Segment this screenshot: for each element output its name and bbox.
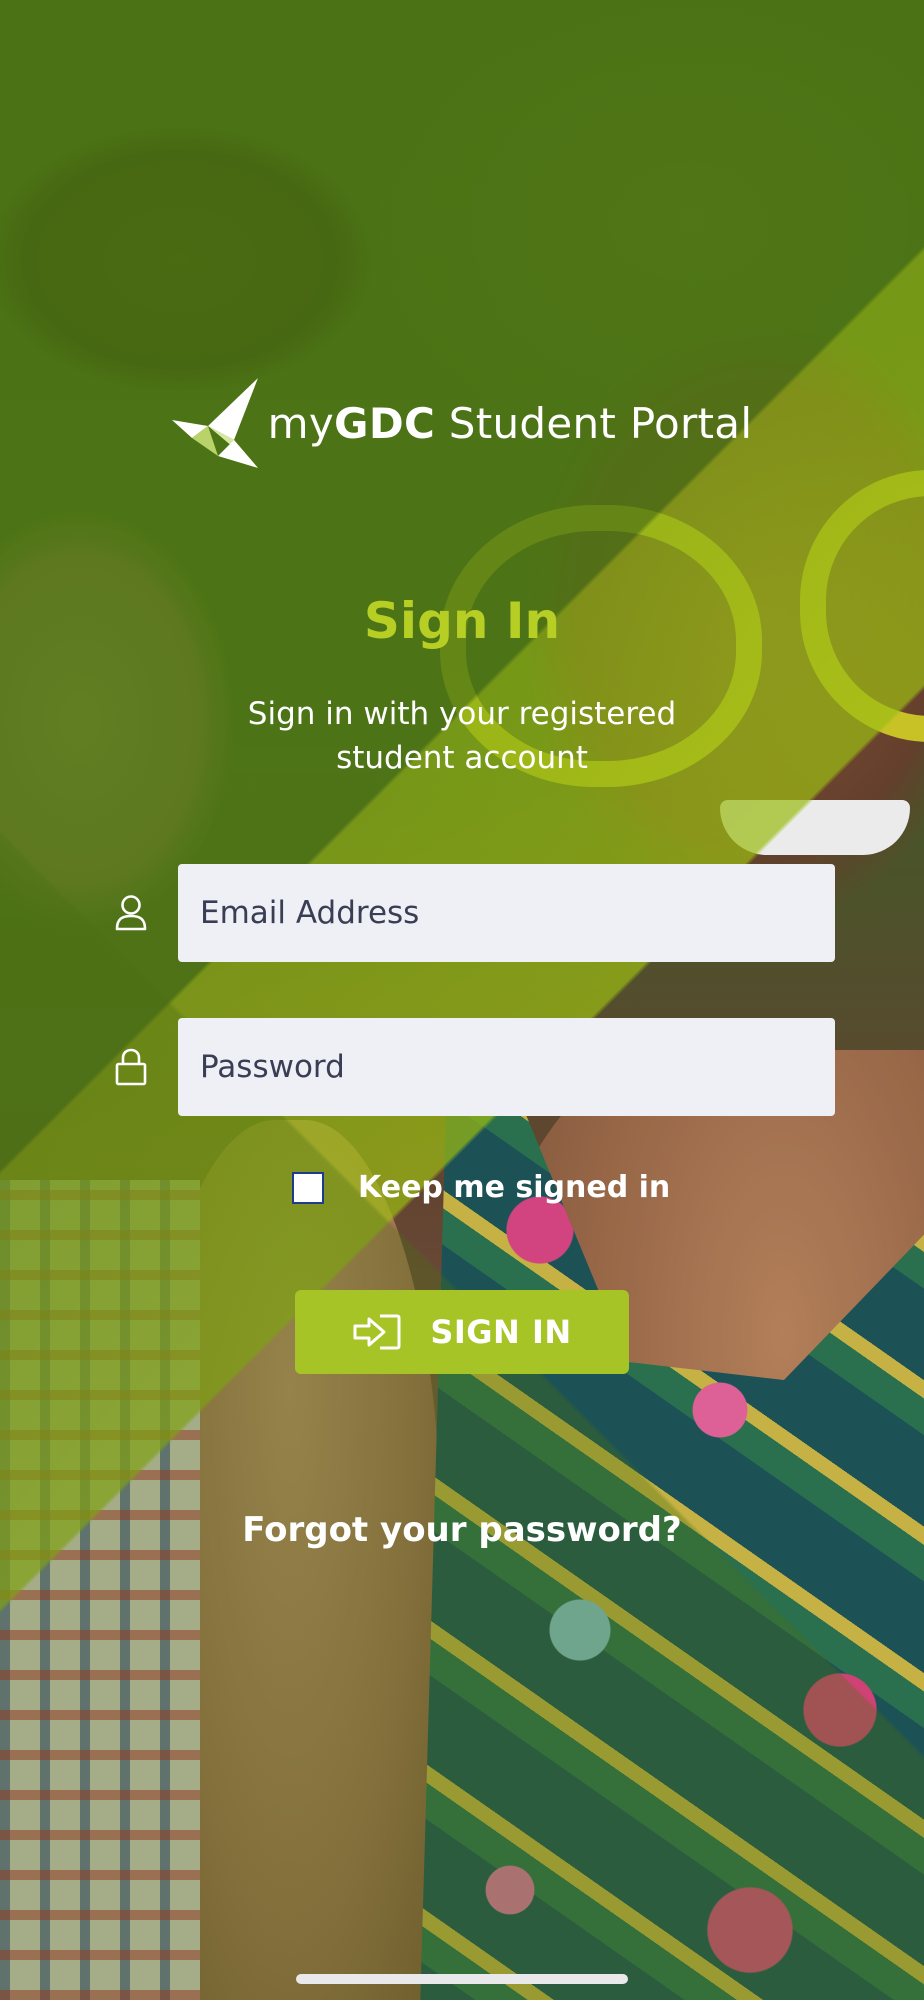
page-title: Sign In xyxy=(363,592,561,650)
password-field[interactable] xyxy=(178,1018,835,1116)
password-row xyxy=(108,1018,835,1116)
page-subtitle: Sign in with your registered student acc… xyxy=(212,692,712,780)
email-row xyxy=(108,864,835,962)
brand-bold: GDC xyxy=(334,398,436,448)
brand-prefix: my xyxy=(267,398,335,448)
brand-header: myGDC Student Portal xyxy=(0,378,924,468)
email-field[interactable] xyxy=(178,864,835,962)
sign-in-button[interactable]: SIGN IN xyxy=(295,1290,629,1374)
forgot-password-link[interactable]: Forgot your password? xyxy=(0,1510,924,1550)
keep-signed-in-checkbox[interactable] xyxy=(292,1171,324,1204)
sign-in-label: SIGN IN xyxy=(430,1313,572,1351)
login-screen: myGDC Student Portal Sign In Sign in wit… xyxy=(0,0,924,2000)
subtitle-line-1: Sign in with your registered xyxy=(247,696,677,732)
brand-suffix: Student Portal xyxy=(435,398,753,448)
user-icon xyxy=(110,892,152,934)
sign-in-arrow-icon xyxy=(353,1314,401,1350)
home-indicator[interactable] xyxy=(296,1974,628,1984)
keep-signed-in-label[interactable]: Keep me signed in xyxy=(358,1170,670,1205)
gdc-logo-icon xyxy=(171,378,258,468)
subtitle-line-2: student account xyxy=(336,740,588,776)
lock-icon xyxy=(110,1046,152,1088)
brand-name: myGDC Student Portal xyxy=(268,399,753,448)
keep-signed-in[interactable]: Keep me signed in xyxy=(292,1170,670,1205)
